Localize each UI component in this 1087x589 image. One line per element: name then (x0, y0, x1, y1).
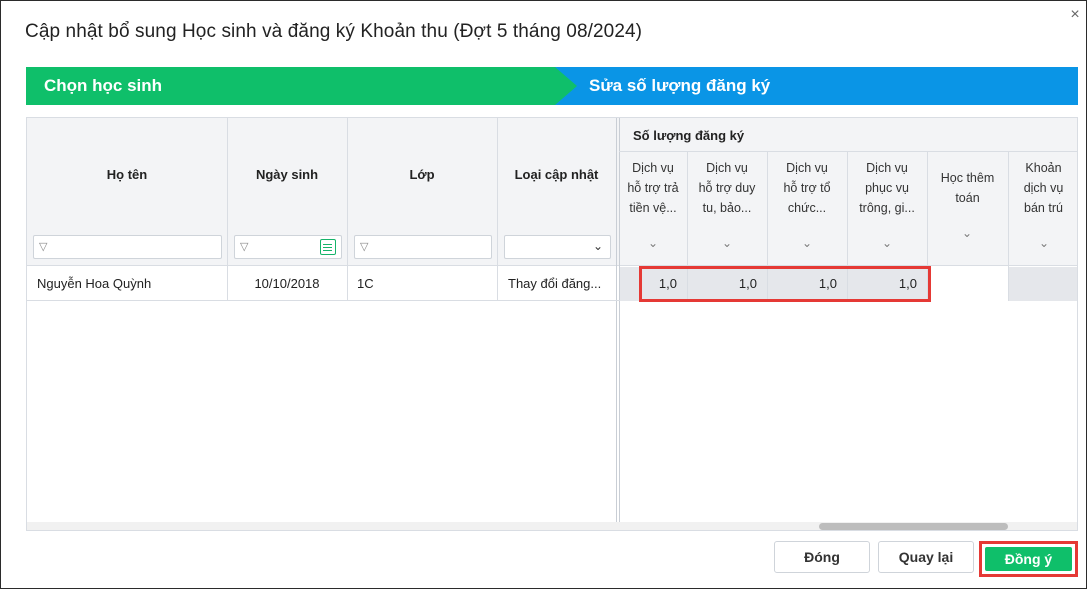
dob-filter-input[interactable]: ▽ (234, 235, 342, 259)
step-select-students[interactable]: Chọn học sinh (26, 67, 571, 105)
class-filter-input[interactable]: ▽ (354, 235, 492, 259)
subheader-math-class[interactable]: Học thêm toán (927, 168, 1008, 208)
subheader-text: dịch vụ (1023, 181, 1064, 195)
filter-icon: ▽ (360, 241, 369, 253)
subheader-text: trông, gi... (859, 201, 915, 215)
chevron-down-icon[interactable]: ⌄ (717, 236, 737, 250)
subheader-text: Dịch vụ (786, 161, 828, 175)
subheader-boarding-service[interactable]: Khoản dịch vụ bán trú (1008, 158, 1077, 218)
subheader-service-4[interactable]: Dịch vụ phục vụ trông, gi... (847, 158, 927, 218)
cell-name: Nguyễn Hoa Quỳnh (37, 276, 152, 291)
header-update-type[interactable]: Loại cập nhật (497, 167, 616, 182)
registration-grid: Họ tên Ngày sinh Lớp Loại cập nhật ▽ ▽ ▽… (26, 117, 1078, 531)
step-edit-quantity[interactable]: Sửa số lượng đăng ký (555, 67, 1078, 105)
dialog-title: Cập nhật bổ sung Học sinh và đăng ký Kho… (25, 21, 643, 42)
subheader-text: chức... (787, 201, 827, 215)
chevron-down-icon[interactable]: ⌄ (643, 236, 663, 250)
subheader-text: tu, bảo... (702, 201, 752, 215)
subheader-text: toán (955, 191, 980, 205)
calendar-icon[interactable] (320, 239, 336, 255)
cell-update-type: Thay đổi đăng... (508, 276, 602, 291)
group-divider (619, 151, 1077, 152)
stepper: Chọn học sinh Sửa số lượng đăng ký (26, 67, 1078, 105)
chevron-down-icon[interactable]: ⌄ (877, 236, 897, 250)
frozen-divider (616, 118, 617, 530)
close-button[interactable]: Đóng (774, 541, 870, 573)
col-divider (347, 118, 348, 300)
chevron-down-icon[interactable]: ⌄ (1034, 236, 1054, 250)
col-divider (497, 118, 498, 300)
subheader-text: Học thêm (940, 171, 995, 185)
subheader-text: hỗ trợ duy (698, 181, 756, 195)
quantity-input[interactable] (1009, 267, 1077, 301)
chevron-down-icon[interactable]: ⌄ (957, 226, 977, 240)
subheader-service-3[interactable]: Dịch vụ hỗ trợ tổ chức... (767, 158, 847, 218)
highlight-box (639, 266, 931, 302)
subheader-text: Dịch vụ (866, 161, 908, 175)
name-filter-input[interactable]: ▽ (33, 235, 222, 259)
subheader-text: tiền vệ... (629, 201, 677, 215)
dialog: Cập nhật bổ sung Học sinh và đăng ký Kho… (0, 0, 1087, 589)
subheader-text: Dịch vụ (632, 161, 674, 175)
header-class[interactable]: Lớp (347, 167, 497, 182)
subheader-text: hỗ trợ trả (627, 181, 679, 195)
horizontal-scrollbar-thumb[interactable] (819, 523, 1008, 530)
chevron-down-icon: ⌄ (592, 239, 603, 253)
cell-class: 1C (357, 276, 374, 291)
subheader-text: hỗ trợ tổ (783, 181, 831, 195)
confirm-highlight: Đồng ý (979, 541, 1078, 577)
filter-icon: ▽ (39, 241, 48, 253)
subheader-text: bán trú (1024, 201, 1063, 215)
subheader-text: Dịch vụ (706, 161, 748, 175)
header-name[interactable]: Họ tên (27, 167, 227, 182)
subheader-service-2[interactable]: Dịch vụ hỗ trợ duy tu, bảo... (687, 158, 767, 218)
chevron-down-icon[interactable]: ⌄ (797, 236, 817, 250)
header-dob[interactable]: Ngày sinh (227, 167, 347, 182)
cell-dob: 10/10/2018 (254, 276, 320, 291)
group-header-quantity: Số lượng đăng ký (633, 128, 745, 143)
subheader-text: phục vụ (865, 181, 909, 195)
close-icon[interactable]: × (1067, 7, 1083, 23)
subheader-text: Khoản (1025, 161, 1062, 175)
update-type-filter-select[interactable]: ⌄ (504, 235, 611, 259)
subheader-service-1[interactable]: Dịch vụ hỗ trợ trả tiền vệ... (619, 158, 687, 218)
confirm-button[interactable]: Đồng ý (985, 547, 1072, 571)
filter-icon: ▽ (240, 241, 249, 253)
back-button[interactable]: Quay lại (878, 541, 974, 573)
quantity-input[interactable] (928, 267, 1008, 301)
